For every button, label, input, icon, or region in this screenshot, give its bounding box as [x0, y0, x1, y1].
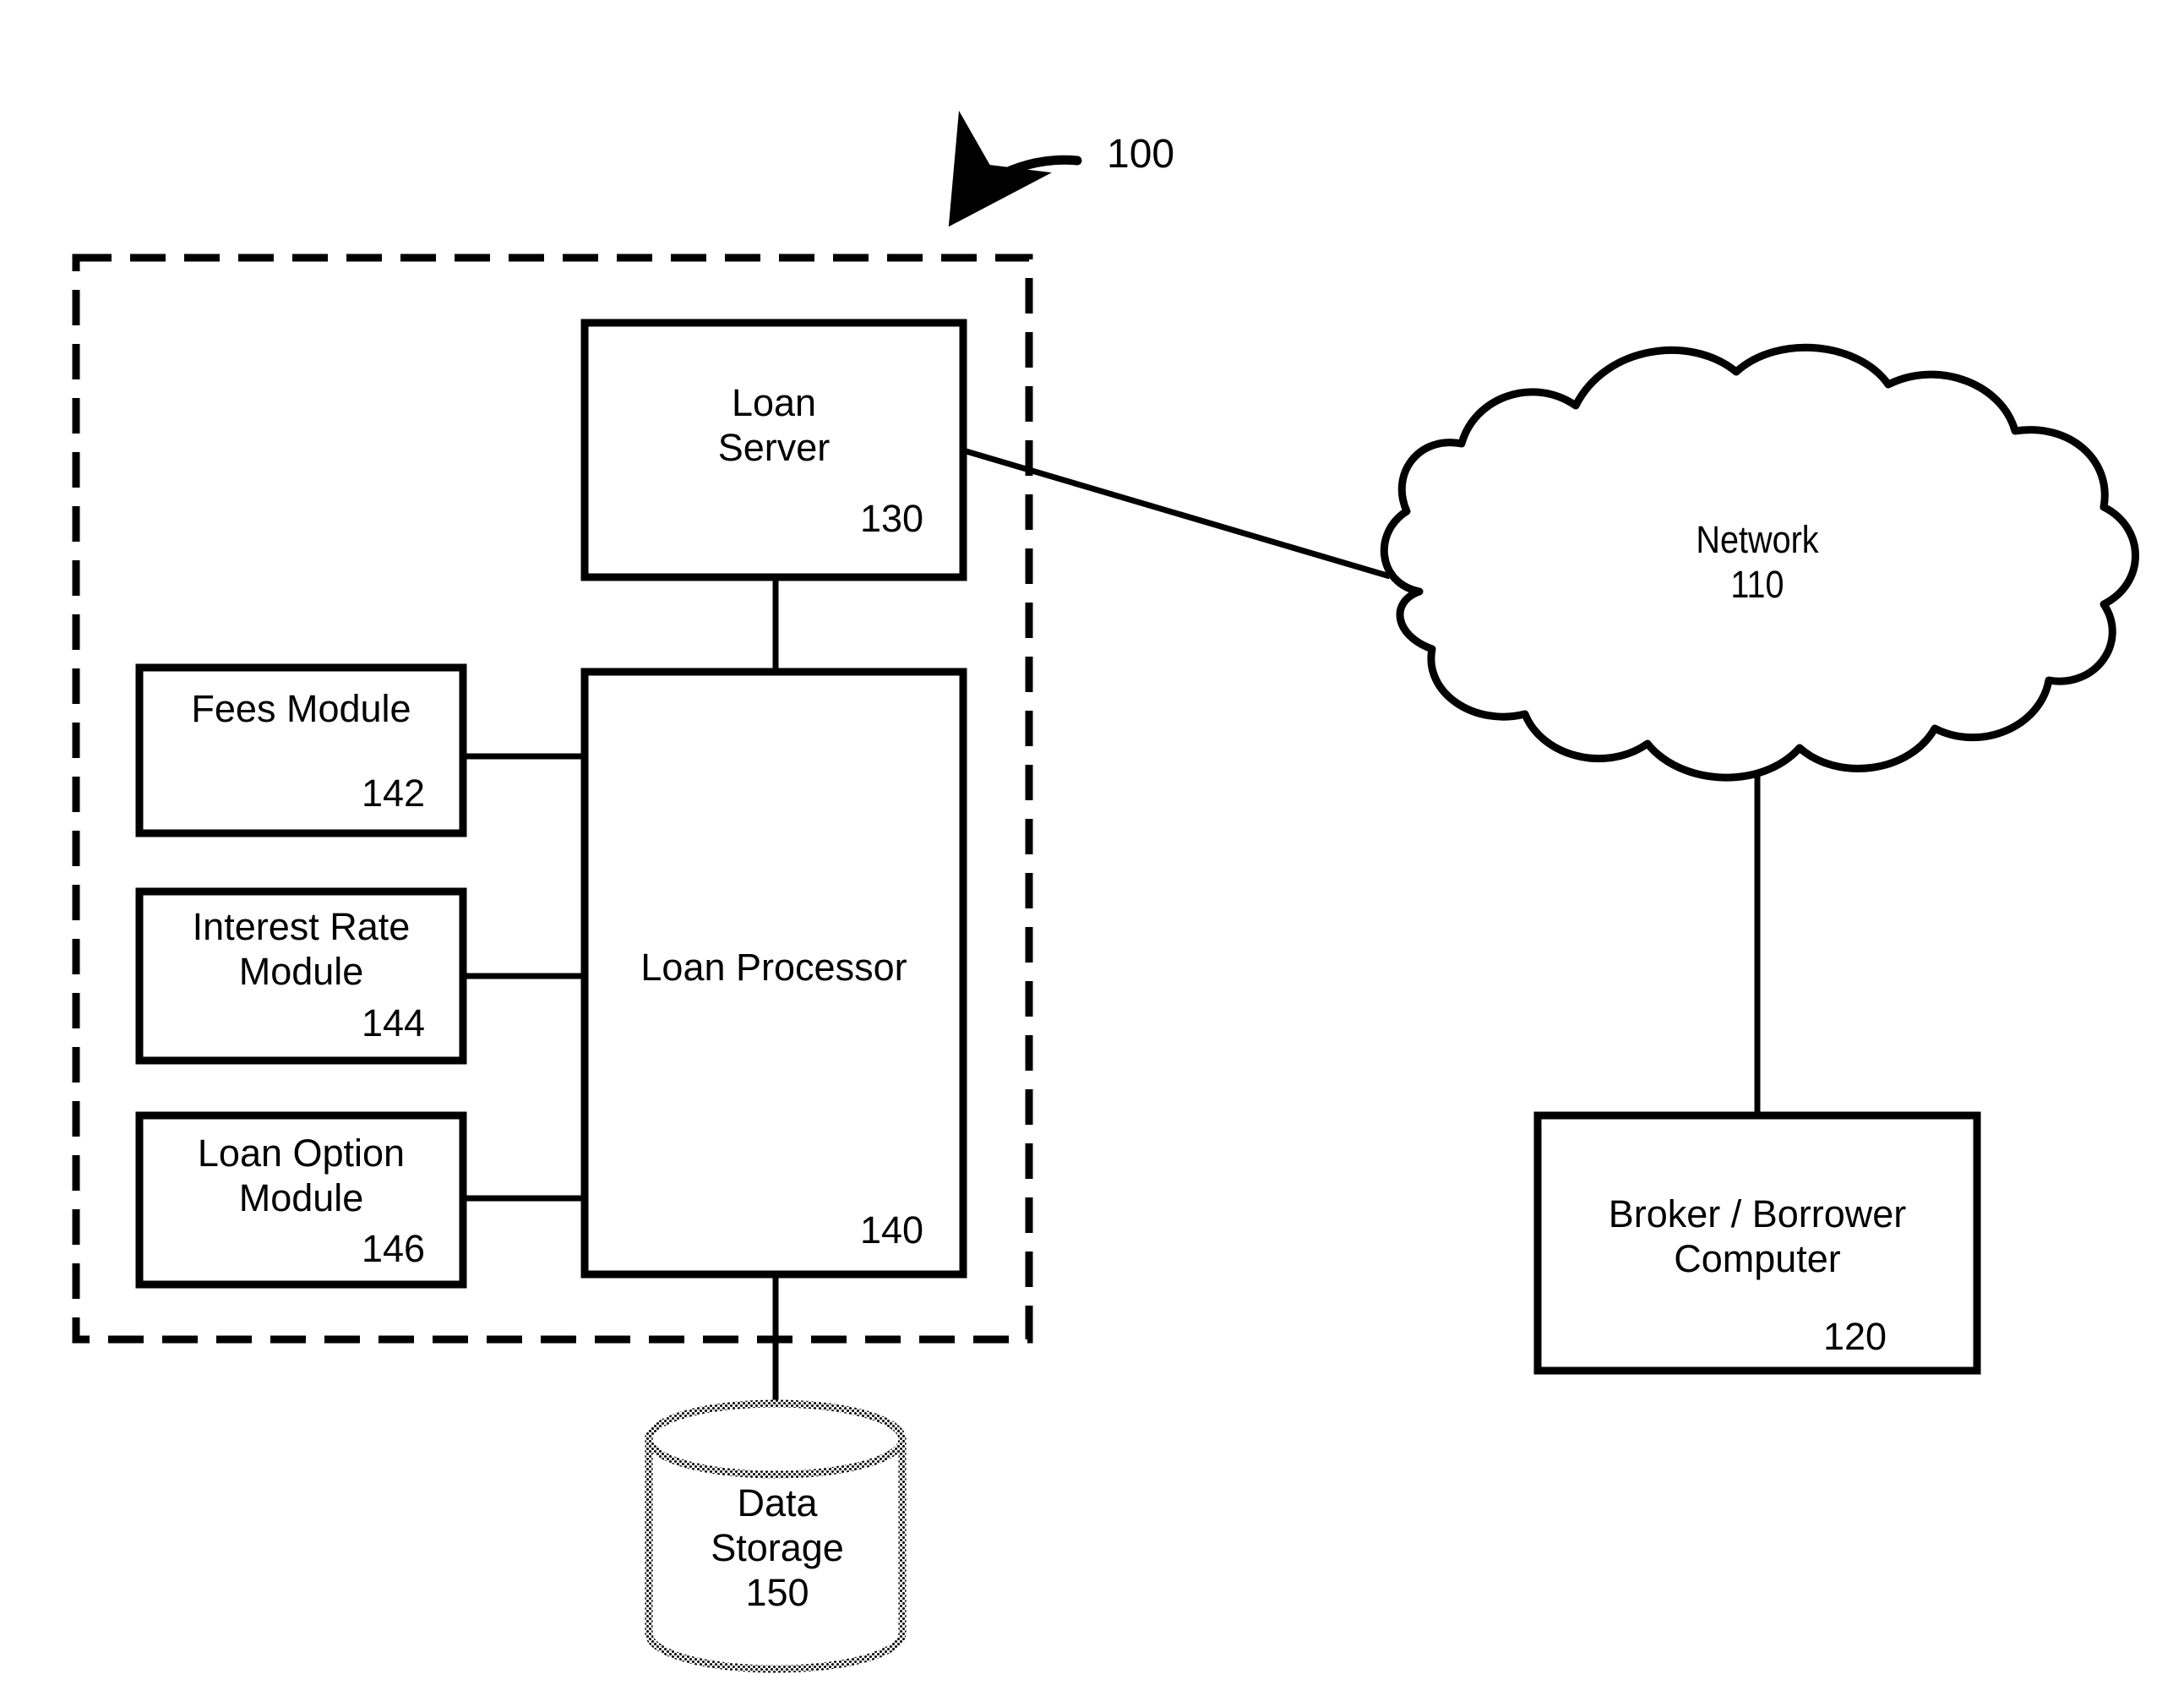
figure-canvas: Loan Server 130 Loan Processor 140 Fees …	[0, 0, 2184, 1707]
figure-ref-leader-arrow	[948, 111, 1082, 227]
broker-borrower-computer-box[interactable]	[1533, 1111, 1981, 1375]
broker-borrower-computer-ref-number: 120	[1823, 1315, 1887, 1358]
figure-diagram-svg	[72, 111, 2139, 1673]
loan-processor-box[interactable]	[580, 668, 967, 1279]
loan-server-ref-number: 130	[860, 497, 924, 540]
figure-ref-number: 100	[1107, 132, 1175, 177]
data-storage-cylinder-top	[645, 1399, 907, 1479]
network-cloud-shape[interactable]	[1380, 343, 2139, 782]
interest-rate-module-ref-number: 144	[362, 1001, 426, 1044]
fees-module-ref-number: 142	[362, 772, 426, 815]
loan-processor-ref-number: 140	[860, 1208, 924, 1252]
loan-option-module-ref-number: 146	[362, 1227, 426, 1270]
